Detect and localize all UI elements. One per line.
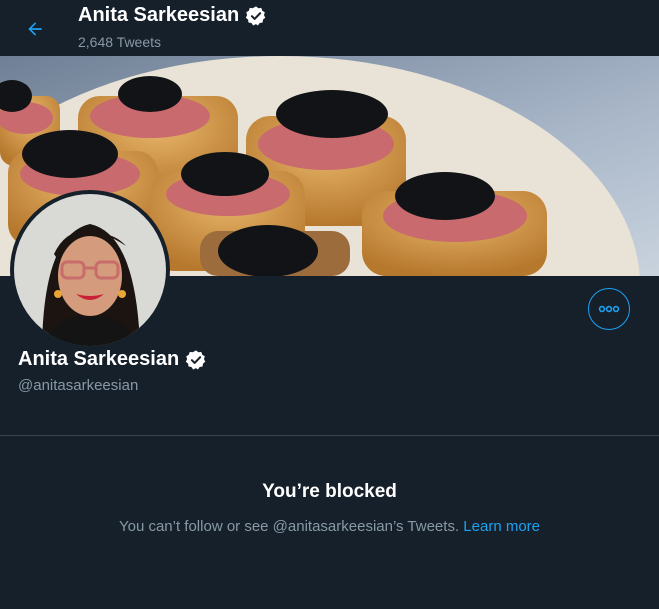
tweet-count: 2,648 Tweets (78, 34, 162, 50)
profile-avatar-frame[interactable] (10, 190, 170, 350)
header-name-row: Anita Sarkeesian (78, 4, 267, 27)
blocked-title: You’re blocked (262, 481, 397, 502)
more-options-icon (598, 305, 620, 313)
verified-badge-icon (186, 349, 206, 369)
header-profile-name: Anita Sarkeesian (78, 4, 240, 26)
back-button[interactable] (18, 12, 52, 46)
blocked-message-row: You can’t follow or see @anitasarkeesian… (0, 518, 659, 535)
learn-more-link[interactable]: Learn more (463, 518, 540, 535)
blocked-message: You can’t follow or see @anitasarkeesian… (118, 518, 460, 535)
section-divider (0, 435, 659, 436)
profile-header-bar: Anita Sarkeesian 2,648 Tweets (0, 0, 659, 56)
profile-handle: @anitasarkeesian (18, 377, 139, 394)
profile-name-row: Anita Sarkeesian (18, 348, 207, 371)
verified-badge-icon (246, 5, 266, 25)
more-options-button[interactable] (588, 288, 630, 330)
avatar (14, 194, 166, 346)
arrow-left-icon (28, 22, 42, 36)
profile-name: Anita Sarkeesian (18, 348, 180, 370)
